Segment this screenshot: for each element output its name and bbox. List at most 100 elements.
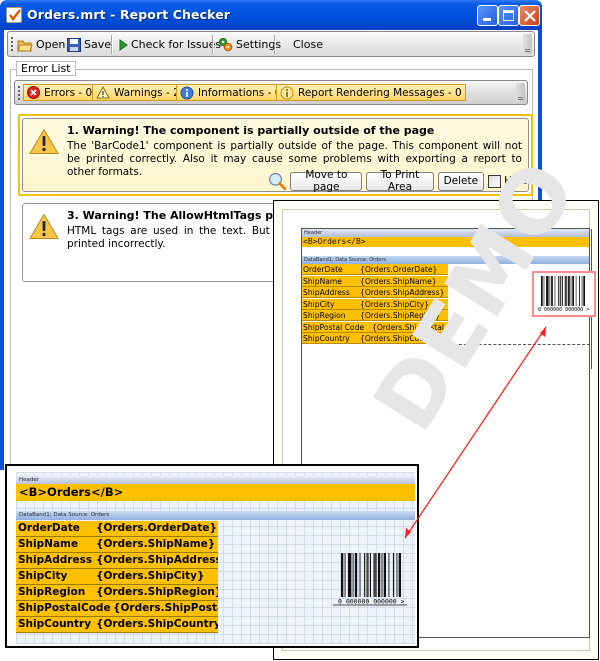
barcode-text: 0 000000 000000 > [538, 307, 589, 313]
barcode-bar [570, 276, 572, 306]
field-name: ShipName [18, 538, 79, 550]
barcode-bar [341, 553, 344, 597]
error-list-label: Error List [16, 61, 76, 76]
barcode-bar [575, 276, 577, 306]
rendering-messages-filter-button[interactable]: Report Rendering Messages - 0 [276, 84, 466, 101]
info-bubble-icon [280, 86, 294, 99]
informations-filter-label: Informations - 0 [198, 86, 282, 99]
zoom-field-row: ShipRegion {Orders.ShipRegion} [16, 585, 218, 601]
barcode-bar [369, 553, 371, 597]
zoom-barcode-icon[interactable]: 0 000000 000000 > [331, 550, 407, 606]
toolbar-grip[interactable] [11, 37, 13, 52]
main-toolbar: Open Save Check for Issues Settings Clos… [7, 31, 535, 57]
field-name: ShipCountry [18, 618, 92, 630]
close-window-button[interactable] [519, 5, 540, 26]
barcode-bar [554, 276, 556, 306]
field-name: ShipPostal Code [303, 322, 365, 332]
toolbar-separator [111, 35, 112, 54]
field-name: ShipCity [303, 299, 335, 309]
warning-triangle-icon [29, 129, 59, 154]
delete-button[interactable]: Delete [437, 171, 485, 191]
toolbar-grip[interactable] [18, 86, 20, 100]
barcode-bar [557, 276, 559, 306]
barcode-bar [377, 553, 381, 597]
barcode-bar [583, 276, 585, 306]
save-label: Save [84, 38, 112, 51]
barcode-bar [549, 276, 551, 306]
barcode-bar [398, 553, 401, 597]
errors-filter-button[interactable]: Errors - 0 [23, 84, 97, 101]
zoom-header-text: <B>Orders</B> [16, 484, 415, 501]
barcode-bar [354, 553, 358, 597]
barcode-bar [373, 553, 377, 597]
warnings-filter-button[interactable]: Warnings - 2 [92, 84, 184, 101]
save-button[interactable]: Save [67, 35, 111, 54]
barcode-bar [396, 553, 398, 597]
floppy-disk-icon [67, 37, 81, 52]
preview-field-row: OrderDate {Orders.OrderDate} [302, 264, 448, 275]
barcode-bar [392, 553, 395, 597]
barcode-component-highlight[interactable]: 0 000000 000000 > [532, 271, 596, 317]
warnings-filter-label: Warnings - 2 [114, 86, 180, 99]
barcode-bar [364, 553, 366, 597]
minimize-button[interactable] [477, 5, 498, 26]
field-expression: {Orders.OrderDate} [96, 522, 217, 534]
zoom-field-row: ShipCountry {Orders.ShipCountry} [16, 617, 218, 633]
barcode-bar [564, 276, 568, 306]
zoom-data-band-title: DataBand1; Data Source: Orders [16, 511, 415, 520]
play-icon [119, 38, 128, 51]
barcode-bar [581, 276, 583, 306]
barcode-bar [541, 276, 543, 306]
field-expression: {Orders.ShipRegion} [96, 586, 218, 598]
barcode-bar [366, 553, 369, 597]
field-expression: {Orders.ShipCountry} [96, 618, 218, 630]
toolbar-separator [274, 35, 275, 54]
magnifier-icon[interactable] [268, 170, 287, 192]
barcode-bar [543, 276, 545, 306]
barcode-bar [579, 276, 580, 306]
open-label: Open [36, 38, 66, 51]
maximize-button[interactable] [498, 5, 519, 26]
field-name: ShipCity [18, 570, 68, 582]
open-button[interactable]: Open [17, 35, 65, 54]
gears-icon [219, 38, 233, 52]
close-icon [524, 10, 536, 22]
move-to-page-button[interactable]: Move to page [290, 169, 363, 193]
window-title: Orders.mrt - Report Checker [27, 7, 231, 22]
barcode-bar [347, 553, 352, 597]
field-name: ShipPostalCode [18, 602, 111, 614]
toolbar-overflow-button[interactable] [523, 34, 532, 54]
to-print-area-button[interactable]: To Print Area [366, 169, 434, 193]
field-name: ShipAddress [18, 554, 93, 566]
zoom-field-row: ShipName {Orders.ShipName} [16, 537, 218, 553]
field-name: ShipRegion [18, 586, 86, 598]
title-bar[interactable]: Orders.mrt - Report Checker [0, 0, 542, 30]
barcode-bar [388, 553, 390, 597]
field-name: OrderDate [303, 265, 343, 274]
message-item[interactable]: 1. Warning! The component is partially o… [22, 118, 529, 193]
folder-open-icon [17, 40, 33, 51]
barcode-bar [352, 553, 354, 597]
rendering-messages-filter-label: Report Rendering Messages - 0 [298, 86, 462, 99]
field-expression: {Orders.ShipCity} [96, 570, 205, 582]
informations-filter-button[interactable]: Informations - 0 [176, 84, 286, 101]
barcode-bar [344, 553, 346, 597]
filter-toolbar: Errors - 0 Warnings - 2 Informations - 0… [14, 80, 528, 105]
filter-overflow-button[interactable] [516, 83, 525, 102]
settings-button[interactable]: Settings [218, 35, 281, 54]
zoom-field-row: ShipAddress {Orders.ShipAddress} [16, 553, 218, 569]
field-name: ShipName [303, 276, 342, 286]
warning-triangle-icon [29, 214, 59, 239]
zoom-field-row: OrderDate {Orders.OrderDate} [16, 521, 218, 537]
field-expression: {Orders.ShipAddress} [96, 554, 218, 566]
close-button[interactable]: Close [293, 35, 323, 54]
zoom-header-band-title: Header [16, 476, 415, 484]
barcode-bar [359, 553, 361, 597]
zoom-field-row: ShipCity {Orders.ShipCity} [16, 569, 218, 585]
field-expression: {Orders.OrderDate} [360, 265, 438, 274]
field-name: ShipCountry [303, 334, 350, 343]
info-icon [180, 86, 194, 99]
check-for-issues-button[interactable]: Check for Issues [118, 35, 221, 54]
barcode-bar [559, 276, 562, 306]
field-name: ShipAddress [303, 288, 350, 297]
